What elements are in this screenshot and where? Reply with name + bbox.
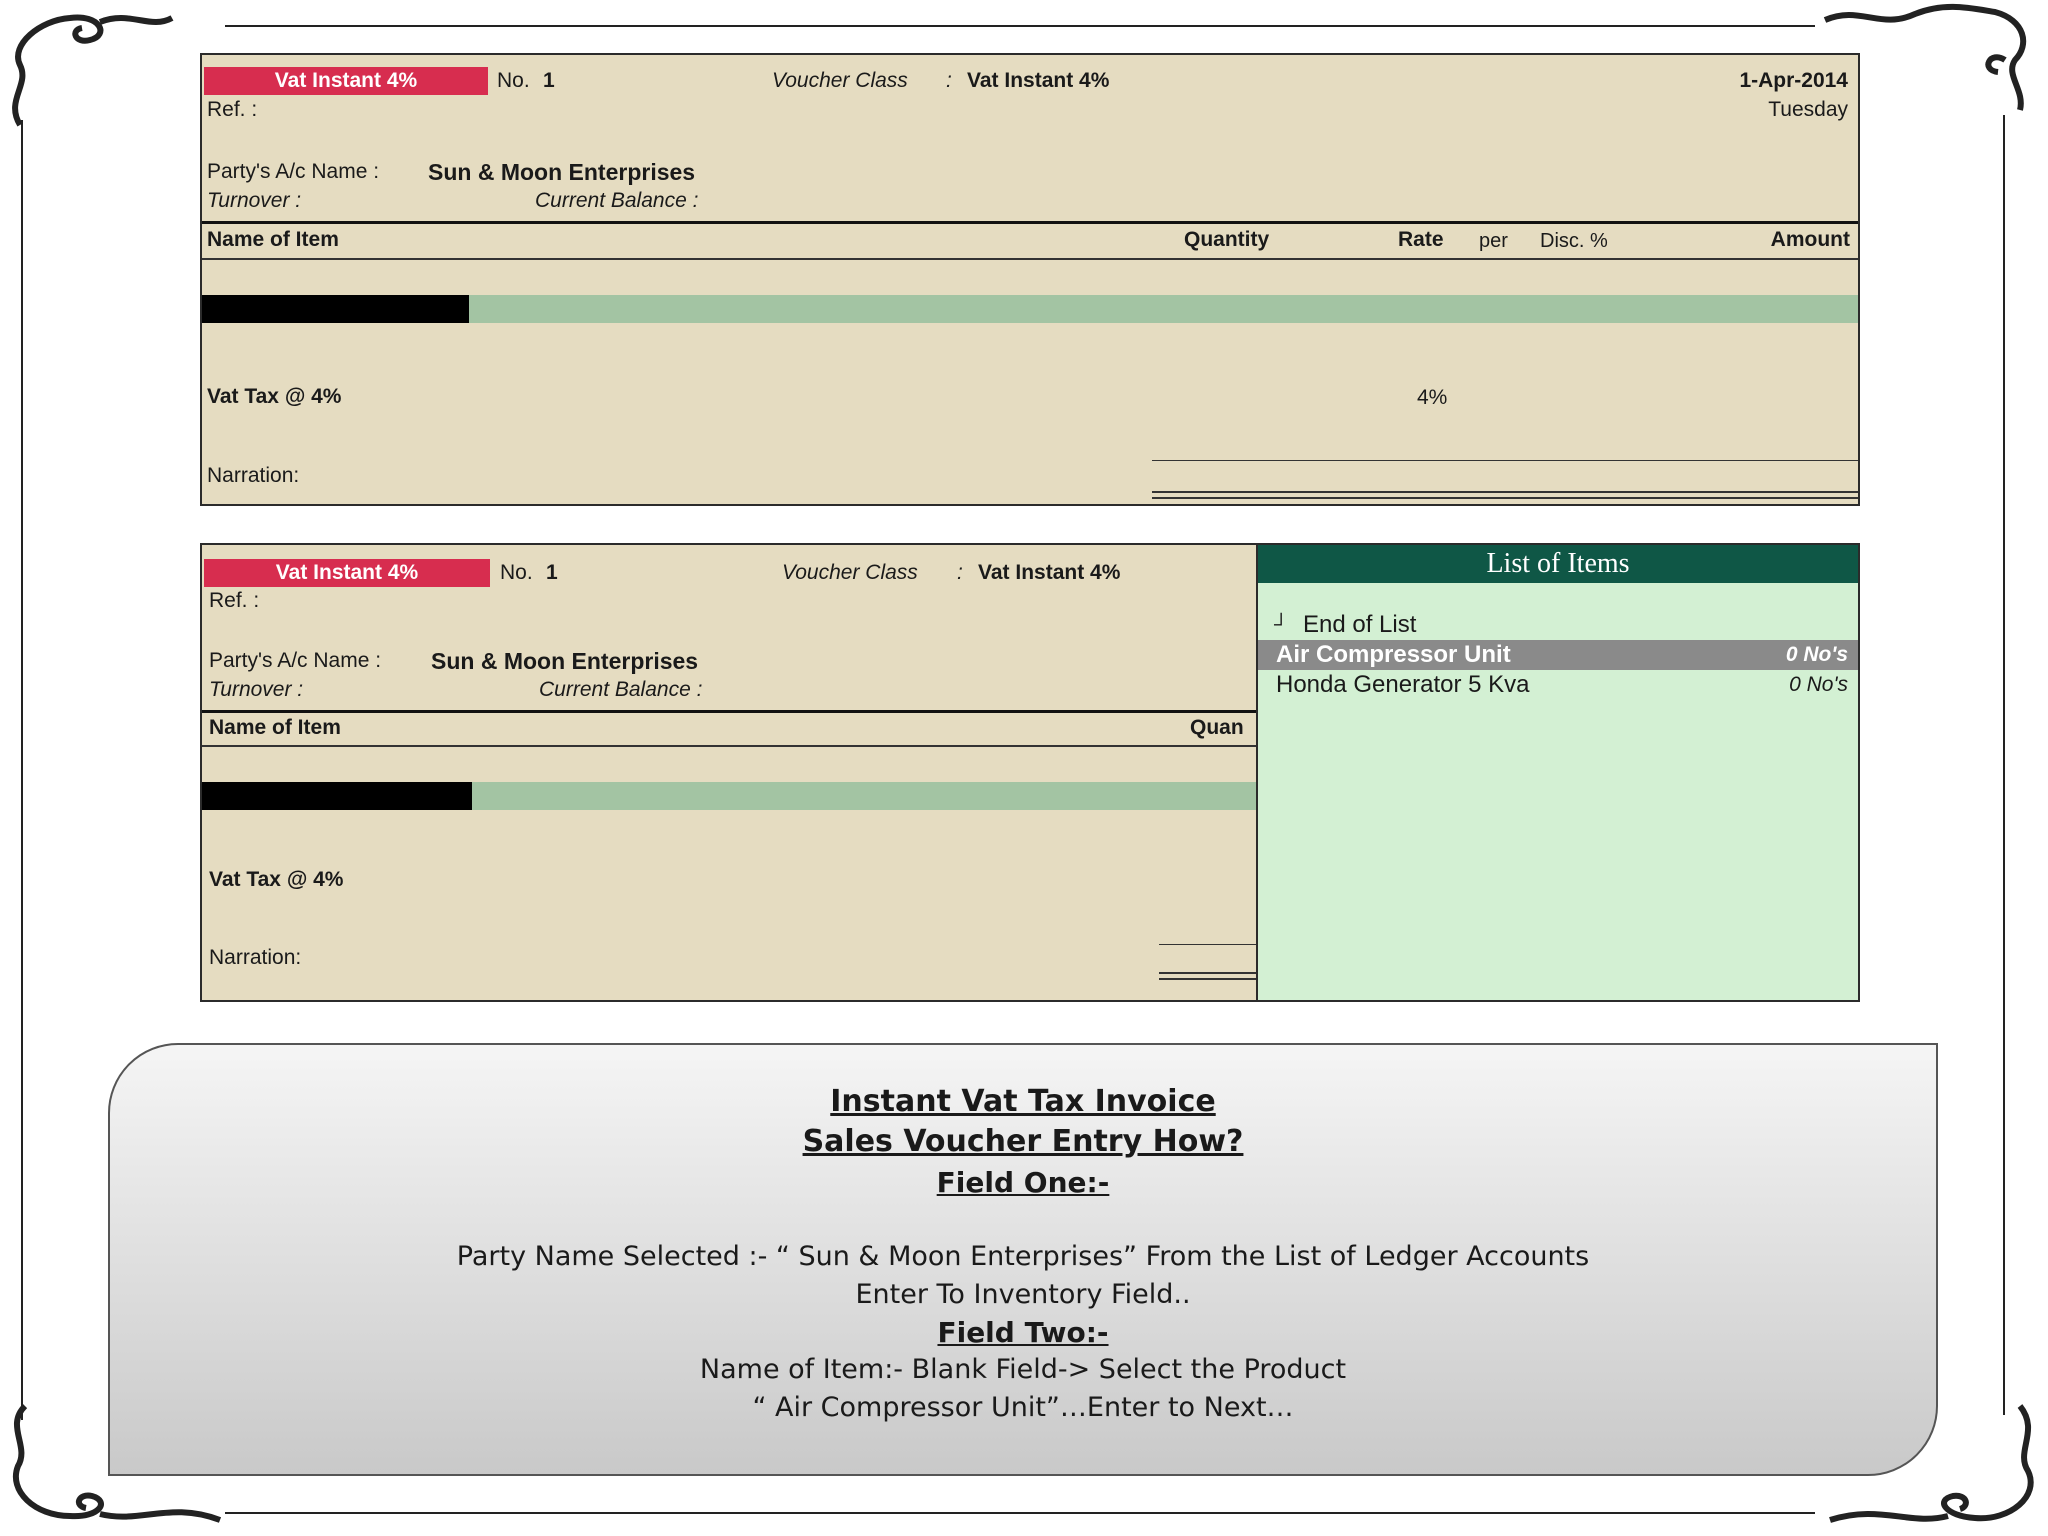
party-name-value[interactable]: Sun & Moon Enterprises	[428, 159, 695, 186]
col-name-of-item: Name of Item	[207, 228, 339, 251]
voucher-class-value[interactable]: Vat Instant 4%	[967, 69, 1109, 93]
frame-bottom-line	[225, 1512, 1815, 1514]
table-header-top-rule	[202, 221, 1858, 224]
instruction-line-product: “ Air Compressor Unit”…Enter to Next…	[752, 1392, 1294, 1423]
voucher-no-label: No.	[497, 69, 530, 92]
list-item-qty: 0 No's	[1789, 673, 1848, 696]
voucher-no-label: No.	[500, 561, 533, 584]
total-rule-2	[1159, 972, 1256, 974]
voucher-date[interactable]: 1-Apr-2014	[1739, 69, 1848, 93]
total-rule-3	[1159, 978, 1256, 980]
col-quantity: Quantity	[1184, 228, 1270, 251]
instruction-line-inventory: Enter To Inventory Field..	[855, 1279, 1191, 1310]
list-item-qty: 0 No's	[1785, 643, 1848, 666]
list-of-items-panel: List of Items ┘ End of List Air Compress…	[1256, 545, 1858, 1000]
narration-label: Narration:	[207, 464, 300, 487]
list-item-name: Honda Generator 5 Kva	[1276, 671, 1530, 698]
instruction-heading-field-one: Field One:-	[936, 1166, 1110, 1199]
instruction-line-item: Name of Item:- Blank Field-> Select the …	[699, 1354, 1347, 1385]
voucher-no-value[interactable]: 1	[546, 561, 558, 585]
col-rate: Rate	[1398, 228, 1444, 251]
item-entry-cursor[interactable]	[202, 782, 472, 810]
list-item-honda-generator-5-kva[interactable]: Honda Generator 5 Kva 0 No's	[1258, 670, 1858, 700]
instruction-heading-field-two: Field Two:-	[937, 1316, 1109, 1349]
total-rule-1	[1159, 944, 1256, 945]
col-name-of-item: Name of Item	[209, 716, 341, 739]
instruction-line-party: Party Name Selected :- “ Sun & Moon Ente…	[456, 1241, 1590, 1272]
vat-tax-ledger[interactable]: Vat Tax @ 4%	[209, 868, 343, 892]
list-item-name: Air Compressor Unit	[1276, 641, 1511, 668]
total-rule-3	[1152, 497, 1858, 499]
instruction-box: Instant Vat Tax Invoice Sales Voucher En…	[108, 1043, 1938, 1476]
voucher-class-value[interactable]: Vat Instant 4%	[978, 561, 1120, 585]
instruction-heading-title: Instant Vat Tax Invoice	[830, 1084, 1216, 1119]
voucher-no-value[interactable]: 1	[543, 69, 555, 93]
frame-left-line	[21, 120, 23, 1420]
ref-label: Ref. :	[209, 589, 260, 612]
end-of-list-item[interactable]: ┘ End of List	[1258, 610, 1858, 640]
ref-label: Ref. :	[207, 98, 258, 121]
end-of-list-label: End of List	[1303, 611, 1417, 638]
col-disc: Disc. %	[1540, 230, 1608, 252]
frame-top-line	[225, 25, 1815, 27]
end-of-list-icon: ┘	[1274, 614, 1289, 636]
total-rule-2	[1152, 491, 1858, 493]
voucher-class-colon: :	[957, 561, 963, 584]
item-entry-row-highlight[interactable]	[472, 782, 1256, 810]
turnover-label: Turnover :	[207, 189, 302, 212]
voucher-class-colon: :	[946, 69, 952, 92]
vat-tax-rate: 4%	[1417, 386, 1448, 409]
sales-voucher-full: Vat Instant 4% No. 1 Voucher Class : Vat…	[200, 53, 1860, 506]
party-name-label: Party's A/c Name :	[207, 160, 380, 183]
col-per: per	[1479, 230, 1508, 252]
voucher-class-label: Voucher Class	[782, 561, 918, 584]
corner-ornament-top-left	[12, 14, 174, 127]
voucher-class-label: Voucher Class	[772, 69, 908, 92]
party-name-value[interactable]: Sun & Moon Enterprises	[431, 648, 698, 675]
voucher-day: Tuesday	[1768, 98, 1848, 121]
sales-voucher-with-list: Vat Instant 4% No. 1 Voucher Class : Vat…	[200, 543, 1860, 1002]
narration-label: Narration:	[209, 946, 302, 969]
col-amount: Amount	[1770, 228, 1850, 251]
list-item-air-compressor-unit[interactable]: Air Compressor Unit 0 No's	[1258, 640, 1858, 670]
table-header-top-rule	[202, 710, 1256, 713]
party-name-label: Party's A/c Name :	[209, 649, 382, 672]
list-of-items-title: List of Items	[1258, 545, 1858, 583]
item-entry-cursor[interactable]	[202, 295, 469, 323]
total-rule-1	[1152, 460, 1858, 461]
voucher-type-badge[interactable]: Vat Instant 4%	[204, 67, 488, 95]
turnover-label: Turnover :	[209, 678, 304, 701]
voucher-type-badge[interactable]: Vat Instant 4%	[204, 559, 490, 587]
current-balance-label: Current Balance :	[535, 189, 699, 212]
frame-right-line	[2003, 115, 2005, 1415]
col-quantity: Quan	[1190, 716, 1244, 739]
instruction-heading-subtitle: Sales Voucher Entry How?	[802, 1124, 1244, 1159]
item-entry-row-highlight[interactable]	[469, 295, 1858, 323]
table-header-bottom-rule	[202, 258, 1858, 260]
current-balance-label: Current Balance :	[539, 678, 703, 701]
table-header-bottom-rule	[202, 745, 1256, 747]
vat-tax-ledger[interactable]: Vat Tax @ 4%	[207, 385, 341, 409]
